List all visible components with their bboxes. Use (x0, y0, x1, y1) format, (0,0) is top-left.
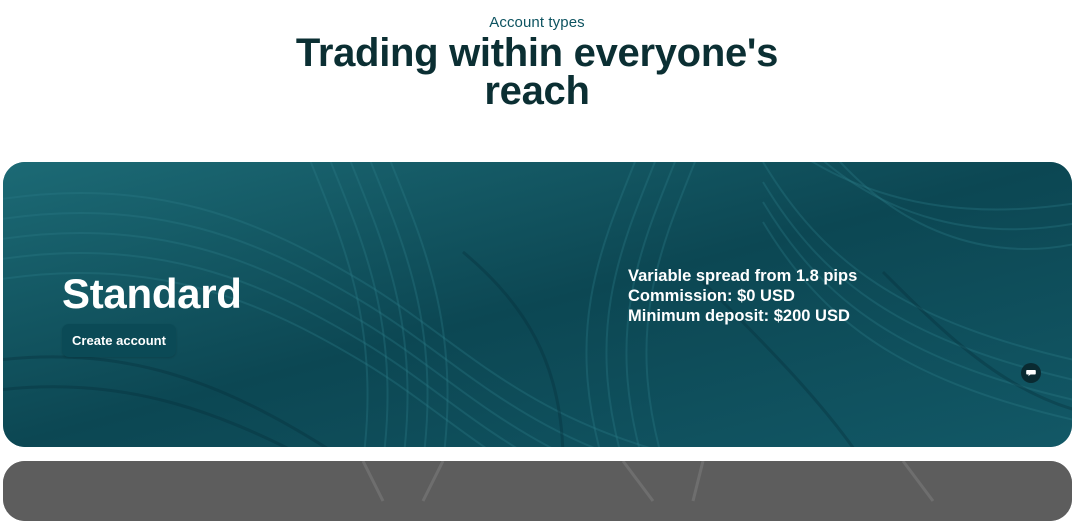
card-background-waves-gray (3, 461, 1072, 521)
detail-spread: Variable spread from 1.8 pips (628, 267, 858, 285)
chat-button[interactable] (1021, 363, 1041, 383)
detail-commission: Commission: $0 USD (628, 287, 795, 305)
detail-minimum-deposit: Minimum deposit: $200 USD (628, 307, 850, 325)
account-card-standard: Standard Create account Variable spread … (3, 162, 1072, 447)
account-name: Standard (62, 270, 242, 317)
chat-bubble-icon (1026, 370, 1036, 377)
account-card-next (3, 461, 1072, 521)
create-account-button[interactable]: Create account (62, 324, 176, 357)
account-details: Variable spread from 1.8 pips Commission… (628, 266, 857, 326)
section-eyebrow: Account types (489, 14, 585, 31)
section-headline: Trading within everyone's reach (295, 31, 779, 113)
